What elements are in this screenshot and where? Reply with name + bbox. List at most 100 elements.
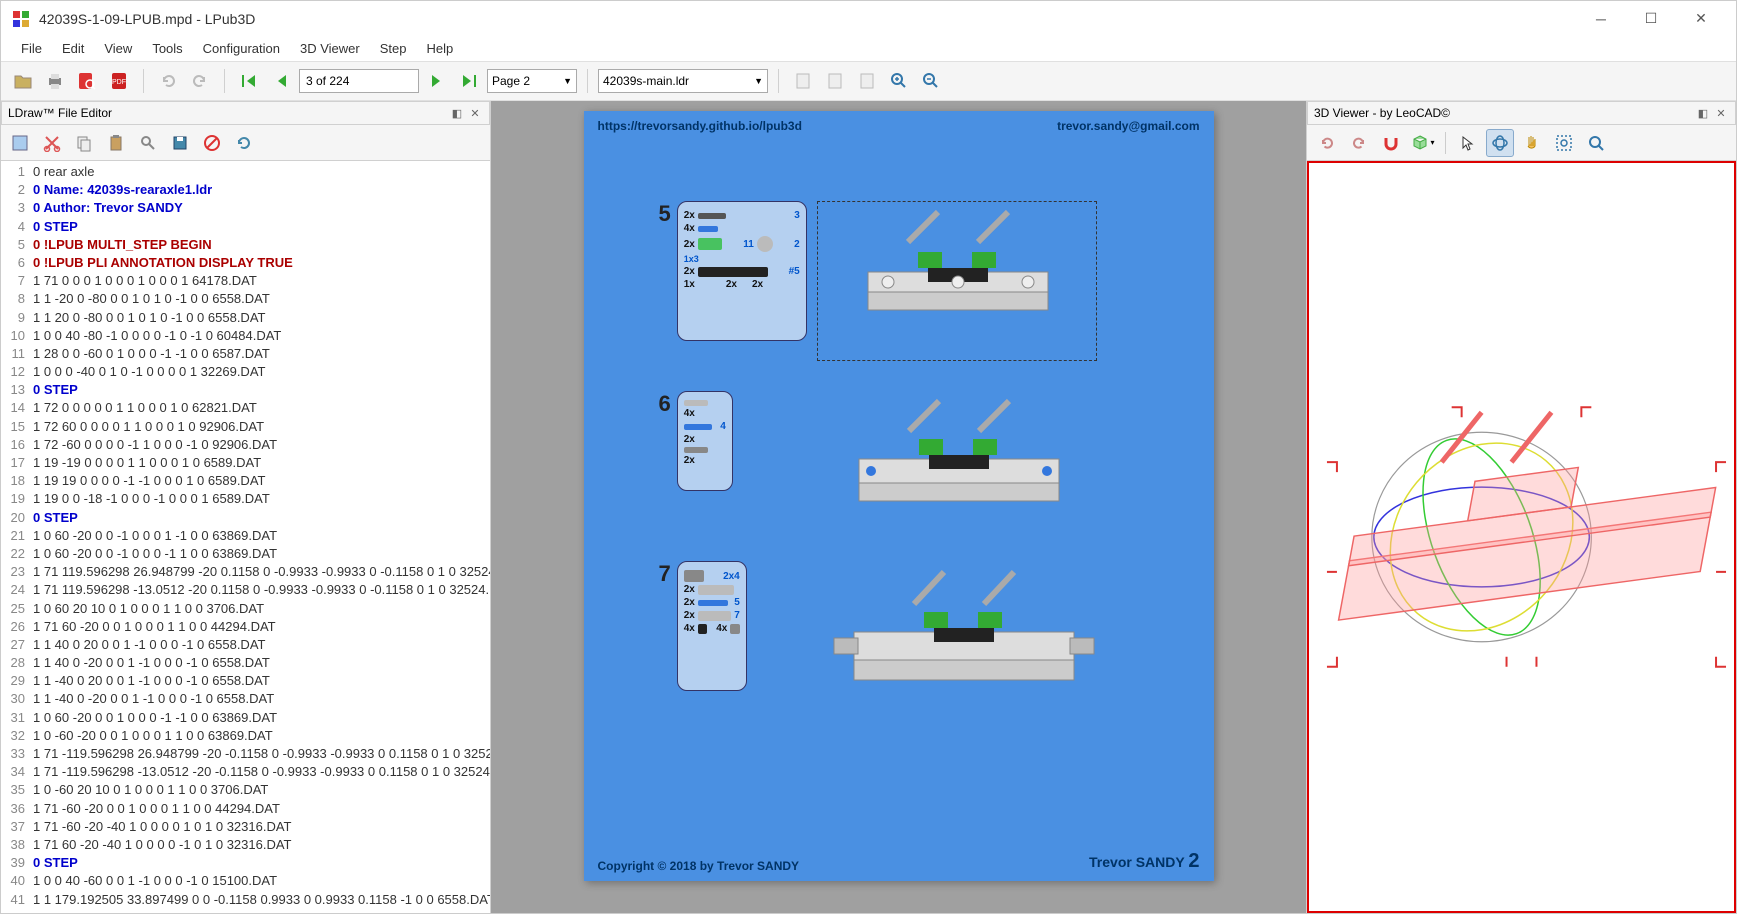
first-page-icon[interactable]	[235, 67, 263, 95]
close-button[interactable]: ✕	[1676, 4, 1726, 34]
code-line[interactable]: 371 71 -60 -20 -40 1 0 0 0 0 1 0 1 0 323…	[1, 818, 490, 836]
menu-edit[interactable]: Edit	[52, 38, 94, 59]
menu-step[interactable]: Step	[370, 38, 417, 59]
code-line[interactable]: 231 71 119.596298 26.948799 -20 0.1158 0…	[1, 563, 490, 581]
code-line[interactable]: 111 28 0 0 -60 0 1 0 0 0 -1 -1 0 0 6587.…	[1, 345, 490, 363]
step-assembly[interactable]	[819, 561, 1099, 721]
panel-float-icon[interactable]: ◧	[449, 105, 465, 121]
code-line[interactable]: 91 1 20 0 -80 0 0 1 0 1 0 -1 0 0 6558.DA…	[1, 309, 490, 327]
menu-file[interactable]: File	[11, 38, 52, 59]
code-line[interactable]: 141 72 0 0 0 0 0 1 1 0 0 0 1 0 62821.DAT	[1, 399, 490, 417]
step-5[interactable]: 5 2x3 4x 2x112 1x3 2x#5 1x2x2x	[659, 201, 1097, 361]
code-line[interactable]: 211 0 60 -20 0 0 -1 0 0 0 1 -1 0 0 63869…	[1, 527, 490, 545]
code-line[interactable]: 390 STEP	[1, 854, 490, 872]
minimize-button[interactable]: ─	[1576, 4, 1626, 34]
code-line[interactable]: 221 0 60 -20 0 0 -1 0 0 0 -1 1 0 0 63869…	[1, 545, 490, 563]
page-dropdown[interactable]: Page 2▼	[487, 69, 577, 93]
code-line[interactable]: 331 71 -119.596298 26.948799 -20 -0.1158…	[1, 745, 490, 763]
viewer-cube-icon[interactable]: ▾	[1409, 129, 1437, 157]
redo-icon[interactable]	[186, 67, 214, 95]
zoom-in-icon[interactable]	[885, 67, 913, 95]
cut-icon[interactable]	[39, 130, 65, 156]
code-line[interactable]: 60 !LPUB PLI ANNOTATION DISPLAY TRUE	[1, 254, 490, 272]
code-line[interactable]: 381 71 60 -20 -40 1 0 0 0 0 -1 0 1 0 323…	[1, 836, 490, 854]
maximize-button[interactable]: ☐	[1626, 4, 1676, 34]
file-dropdown[interactable]: 42039s-main.ldr▼	[598, 69, 768, 93]
viewer-undo-icon[interactable]	[1313, 129, 1341, 157]
open-icon[interactable]	[9, 67, 37, 95]
page-number-input[interactable]	[299, 69, 419, 93]
panel-close-icon[interactable]: ✕	[467, 105, 483, 121]
viewer-pan-icon[interactable]	[1518, 129, 1546, 157]
paste-icon[interactable]	[103, 130, 129, 156]
step-7[interactable]: 7 2x4 2x 2x5 2x7 4x4x	[659, 561, 1099, 721]
menu-help[interactable]: Help	[416, 38, 463, 59]
viewer-magnet-icon[interactable]	[1377, 129, 1405, 157]
pdf-search-icon[interactable]	[73, 67, 101, 95]
code-line[interactable]: 361 71 -60 -20 0 0 1 0 0 0 1 1 0 0 44294…	[1, 800, 490, 818]
viewer-zoom-icon[interactable]	[1582, 129, 1610, 157]
code-line[interactable]: 241 71 119.596298 -13.0512 -20 0.1158 0 …	[1, 581, 490, 599]
disable-icon[interactable]	[199, 130, 225, 156]
step-assembly[interactable]	[819, 391, 1099, 551]
find-icon[interactable]	[135, 130, 161, 156]
code-line[interactable]: 291 1 -40 0 20 0 0 1 -1 0 0 0 -1 0 6558.…	[1, 672, 490, 690]
menu-tools[interactable]: Tools	[142, 38, 192, 59]
code-line[interactable]: 200 STEP	[1, 509, 490, 527]
undo-icon[interactable]	[154, 67, 182, 95]
copy-icon[interactable]	[71, 130, 97, 156]
code-line[interactable]: 20 Name: 42039s-rearaxle1.ldr	[1, 181, 490, 199]
last-page-icon[interactable]	[455, 67, 483, 95]
print-dark-icon[interactable]	[41, 67, 69, 95]
code-line[interactable]: 421 1 -179.192505 33.897499 0 0 -0.1158 …	[1, 909, 490, 913]
pdf-icon[interactable]: PDF	[105, 67, 133, 95]
code-line[interactable]: 281 1 40 0 -20 0 0 1 -1 0 0 0 -1 0 6558.…	[1, 654, 490, 672]
code-line[interactable]: 271 1 40 0 20 0 0 1 -1 0 0 0 -1 0 6558.D…	[1, 636, 490, 654]
editor-content[interactable]: 10 rear axle20 Name: 42039s-rearaxle1.ld…	[1, 161, 490, 913]
menu-configuration[interactable]: Configuration	[193, 38, 290, 59]
code-line[interactable]: 261 71 60 -20 0 0 1 0 0 0 1 1 0 0 44294.…	[1, 618, 490, 636]
3d-viewer-canvas[interactable]	[1307, 161, 1736, 913]
zoom-out-icon[interactable]	[917, 67, 945, 95]
code-line[interactable]: 81 1 -20 0 -80 0 0 1 0 1 0 -1 0 0 6558.D…	[1, 290, 490, 308]
next-page-icon[interactable]	[423, 67, 451, 95]
viewer-pointer-icon[interactable]	[1454, 129, 1482, 157]
code-line[interactable]: 71 71 0 0 0 1 0 0 0 1 0 0 0 1 64178.DAT	[1, 272, 490, 290]
code-line[interactable]: 311 0 60 -20 0 0 1 0 0 0 -1 -1 0 0 63869…	[1, 709, 490, 727]
code-line[interactable]: 40 STEP	[1, 218, 490, 236]
code-line[interactable]: 411 1 179.192505 33.897499 0 0 -0.1158 0…	[1, 891, 490, 909]
step-6[interactable]: 6 4x 4 2x 2x	[659, 391, 1099, 551]
code-line[interactable]: 161 72 -60 0 0 0 0 -1 1 0 0 0 -1 0 92906…	[1, 436, 490, 454]
code-line[interactable]: 151 72 60 0 0 0 0 1 1 0 0 0 1 0 92906.DA…	[1, 418, 490, 436]
code-line[interactable]: 321 0 -60 -20 0 0 1 0 0 0 1 1 0 0 63869.…	[1, 727, 490, 745]
save-icon[interactable]	[167, 130, 193, 156]
code-line[interactable]: 130 STEP	[1, 381, 490, 399]
select-icon[interactable]	[7, 130, 33, 156]
code-line[interactable]: 191 19 0 0 -18 -1 0 0 0 -1 0 0 0 1 6589.…	[1, 490, 490, 508]
panel-close-icon[interactable]: ✕	[1713, 105, 1729, 121]
code-line[interactable]: 30 Author: Trevor SANDY	[1, 199, 490, 217]
viewer-rotate-icon[interactable]	[1486, 129, 1514, 157]
viewer-redo-icon[interactable]	[1345, 129, 1373, 157]
menu-view[interactable]: View	[94, 38, 142, 59]
menu-3dviewer[interactable]: 3D Viewer	[290, 38, 370, 59]
code-line[interactable]: 10 rear axle	[1, 163, 490, 181]
panel-float-icon[interactable]: ◧	[1695, 105, 1711, 121]
code-line[interactable]: 351 0 -60 20 10 0 1 0 0 0 1 1 0 0 3706.D…	[1, 781, 490, 799]
code-line[interactable]: 50 !LPUB MULTI_STEP BEGIN	[1, 236, 490, 254]
code-line[interactable]: 181 19 19 0 0 0 0 -1 -1 0 0 0 1 0 6589.D…	[1, 472, 490, 490]
prev-page-icon[interactable]	[267, 67, 295, 95]
code-line[interactable]: 171 19 -19 0 0 0 0 1 1 0 0 0 1 0 6589.DA…	[1, 454, 490, 472]
doc1-icon[interactable]	[789, 67, 817, 95]
viewer-zoom-region-icon[interactable]	[1550, 129, 1578, 157]
code-line[interactable]: 301 1 -40 0 -20 0 0 1 -1 0 0 0 -1 0 6558…	[1, 690, 490, 708]
code-line[interactable]: 341 71 -119.596298 -13.0512 -20 -0.1158 …	[1, 763, 490, 781]
code-line[interactable]: 101 0 0 40 -80 -1 0 0 0 0 -1 0 -1 0 6048…	[1, 327, 490, 345]
page-view[interactable]: https://trevorsandy.github.io/lpub3d tre…	[491, 101, 1306, 913]
code-line[interactable]: 121 0 0 0 -40 0 1 0 -1 0 0 0 0 1 32269.D…	[1, 363, 490, 381]
step-assembly[interactable]	[817, 201, 1097, 361]
code-line[interactable]: 251 0 60 20 10 0 1 0 0 0 1 1 0 0 3706.DA…	[1, 600, 490, 618]
refresh-icon[interactable]	[231, 130, 257, 156]
doc3-icon[interactable]	[853, 67, 881, 95]
doc2-icon[interactable]	[821, 67, 849, 95]
